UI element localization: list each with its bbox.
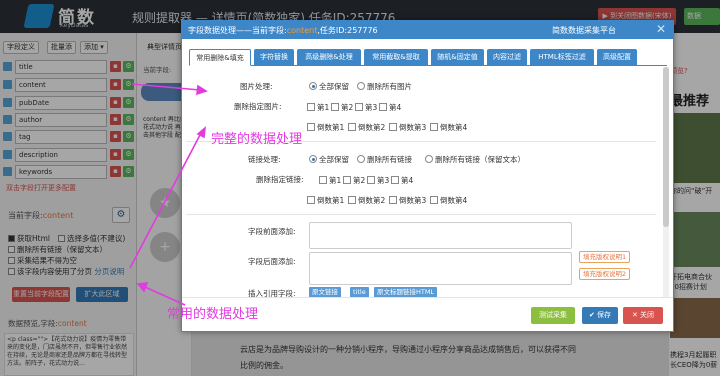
annotation-arrows <box>129 83 208 306</box>
arrow-line <box>131 83 201 91</box>
arrow-head <box>196 84 208 96</box>
arrow-line <box>129 134 201 269</box>
arrow-head <box>136 282 149 293</box>
annotation-common: 常用的数据处理 <box>167 307 259 322</box>
annotation-complete: 完整的数据处理 <box>211 132 303 147</box>
